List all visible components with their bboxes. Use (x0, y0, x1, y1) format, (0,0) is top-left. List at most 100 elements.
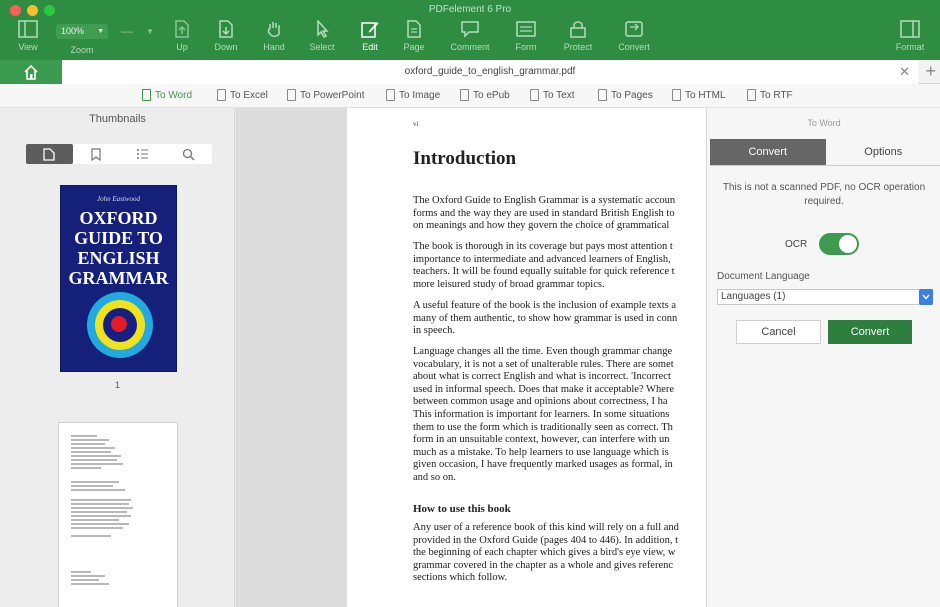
form-button[interactable]: Form (504, 20, 548, 52)
to-excel-button[interactable]: To Excel (217, 89, 268, 101)
hand-icon (267, 22, 280, 37)
text-line: used in informal speech. Does that make … (413, 383, 675, 395)
select-label: Select (309, 42, 335, 52)
protect-button[interactable]: Protect (556, 20, 600, 52)
cover-title-line: GUIDE TO (74, 228, 163, 248)
to-pages-button[interactable]: To Pages (598, 89, 653, 101)
to-epub-button[interactable]: To ePub (460, 89, 510, 101)
text-line: more leisured study of broad grammar top… (413, 278, 605, 290)
cancel-button[interactable]: Cancel (736, 320, 821, 344)
comment-button[interactable]: Comment (446, 20, 494, 52)
text-line: in speech. (413, 325, 455, 337)
convert-format-bar: To Word To Excel To PowerPoint To Image … (0, 84, 940, 108)
text-line: importance to intermediate and advanced … (413, 253, 671, 265)
paragraph: Language changes all the time. Even thou… (413, 346, 706, 485)
to-html-label: To HTML (685, 89, 726, 101)
protect-label: Protect (563, 42, 593, 52)
text-line: forms and the way they are used in stand… (413, 207, 675, 219)
to-rtf-button[interactable]: To RTF (747, 89, 793, 101)
text-line: them to use the form which is traditiona… (413, 421, 673, 433)
text-line: The Oxford Guide to English Grammar is a… (413, 195, 676, 206)
to-text-button[interactable]: To Text (530, 89, 575, 101)
text-line: grammar covered in the chapter as a whol… (413, 559, 674, 571)
view-icon (18, 20, 38, 38)
up-button[interactable]: Up (160, 20, 204, 52)
document-language-select[interactable]: Languages (1) (717, 289, 933, 305)
hand-tool-button[interactable]: Hand (252, 20, 296, 52)
document-page[interactable]: vi Introduction The Oxford Guide to Engl… (347, 108, 706, 607)
to-epub-label: To ePub (473, 89, 510, 101)
thumbnails-title: Thumbnails (89, 113, 146, 125)
format-label: Format (895, 42, 925, 52)
text-line: A useful feature of the book is the incl… (413, 300, 677, 311)
text-line: The book is thorough in its coverage but… (413, 241, 673, 252)
text-line: provided in the Oxford Guide (pages 404 … (413, 534, 679, 546)
close-tab-icon[interactable]: ✕ (899, 65, 910, 79)
to-image-label: To Image (399, 89, 441, 101)
select-tool-button[interactable]: Select (300, 20, 344, 52)
down-button[interactable]: Down (204, 20, 248, 52)
convert-panel-title: To Word (807, 118, 841, 128)
search-icon (183, 148, 195, 160)
excel-doc-icon (217, 89, 226, 101)
convert-panel: To Word Convert Options This is not a sc… (706, 108, 940, 607)
section-heading: How to use this book (413, 503, 511, 515)
tab-filename: oxford_guide_to_english_grammar.pdf (404, 66, 576, 77)
to-rtf-label: To RTF (760, 89, 793, 101)
outline-mode-button[interactable] (119, 144, 166, 164)
add-tab-icon[interactable]: + (925, 62, 936, 80)
text-line: many of them authentic, to show how gram… (413, 312, 678, 324)
convert-submit-button[interactable]: Convert (828, 320, 912, 344)
format-button[interactable]: Format (888, 20, 932, 52)
thumbnails-mode-button[interactable] (26, 144, 73, 164)
zoom-select[interactable]: 100% ▼ (56, 24, 108, 39)
format-icon (900, 20, 920, 38)
text-line: teachers. It will be found equally suita… (413, 266, 675, 278)
to-html-button[interactable]: To HTML (672, 89, 726, 101)
tab-options[interactable]: Options (826, 139, 940, 165)
view-button[interactable]: View (6, 20, 50, 52)
zoom-in-chevron-icon[interactable]: ▼ (146, 27, 154, 36)
zoom-value: 100% (61, 26, 85, 36)
to-image-button[interactable]: To Image (386, 89, 440, 101)
convert-button[interactable]: Convert (612, 20, 656, 52)
ocr-status-message: This is not a scanned PDF, no OCR operat… (722, 182, 926, 207)
bookmarks-mode-button[interactable] (73, 144, 120, 164)
zoom-out-button[interactable]: — (121, 24, 133, 38)
page-button[interactable]: Page (392, 20, 436, 52)
html-doc-icon (672, 89, 681, 101)
ocr-toggle[interactable] (819, 233, 859, 255)
thumbnails-panel: Thumbnails John Eastwood OXFORD GUIDE TO… (0, 108, 235, 607)
cover-author: John Eastwood (97, 195, 140, 203)
cover-title-line: GRAMMAR (68, 268, 169, 288)
text-line: given occasion, I have frequently marked… (413, 459, 673, 471)
convert-panel-tabs: Convert Options (710, 139, 940, 166)
text-doc-icon (530, 89, 539, 101)
page-thumbnail-1[interactable]: John Eastwood OXFORD GUIDE TO ENGLISH GR… (60, 185, 177, 372)
chevron-down-icon: ▼ (97, 28, 104, 35)
search-mode-button[interactable] (166, 144, 213, 164)
text-line: This information is important for learne… (413, 408, 670, 420)
edit-button[interactable]: Edit (348, 20, 392, 52)
to-powerpoint-button[interactable]: To PowerPoint (287, 89, 364, 101)
text-line: form in an unsuitable context, however, … (413, 434, 670, 446)
page-thumbnail-icon (43, 147, 55, 161)
page-thumbnail-2[interactable] (58, 422, 178, 607)
main-toolbar: PDFelement 6 Pro View 100% ▼ Zoom — ▼ Up … (0, 0, 940, 60)
home-button[interactable] (0, 60, 62, 84)
paragraph: The Oxford Guide to English Grammar is a… (413, 195, 706, 233)
text-line: sections which follow. (413, 572, 508, 584)
tab-convert[interactable]: Convert (710, 139, 826, 165)
thumbnail-page-number: 1 (114, 380, 120, 390)
comment-label: Comment (450, 42, 490, 52)
up-label: Up (176, 42, 188, 52)
to-word-button[interactable]: To Word (142, 89, 192, 101)
document-viewport[interactable]: vi Introduction The Oxford Guide to Engl… (236, 108, 706, 607)
page-roman-number: vi (413, 120, 419, 128)
zoom-label: Zoom (70, 45, 94, 55)
edit-label: Edit (362, 42, 378, 52)
text-line: Language changes all the time. Even thou… (413, 346, 673, 357)
page-icon (407, 20, 421, 38)
lock-icon (570, 21, 586, 38)
tab-document[interactable]: oxford_guide_to_english_grammar.pdf (62, 60, 918, 84)
